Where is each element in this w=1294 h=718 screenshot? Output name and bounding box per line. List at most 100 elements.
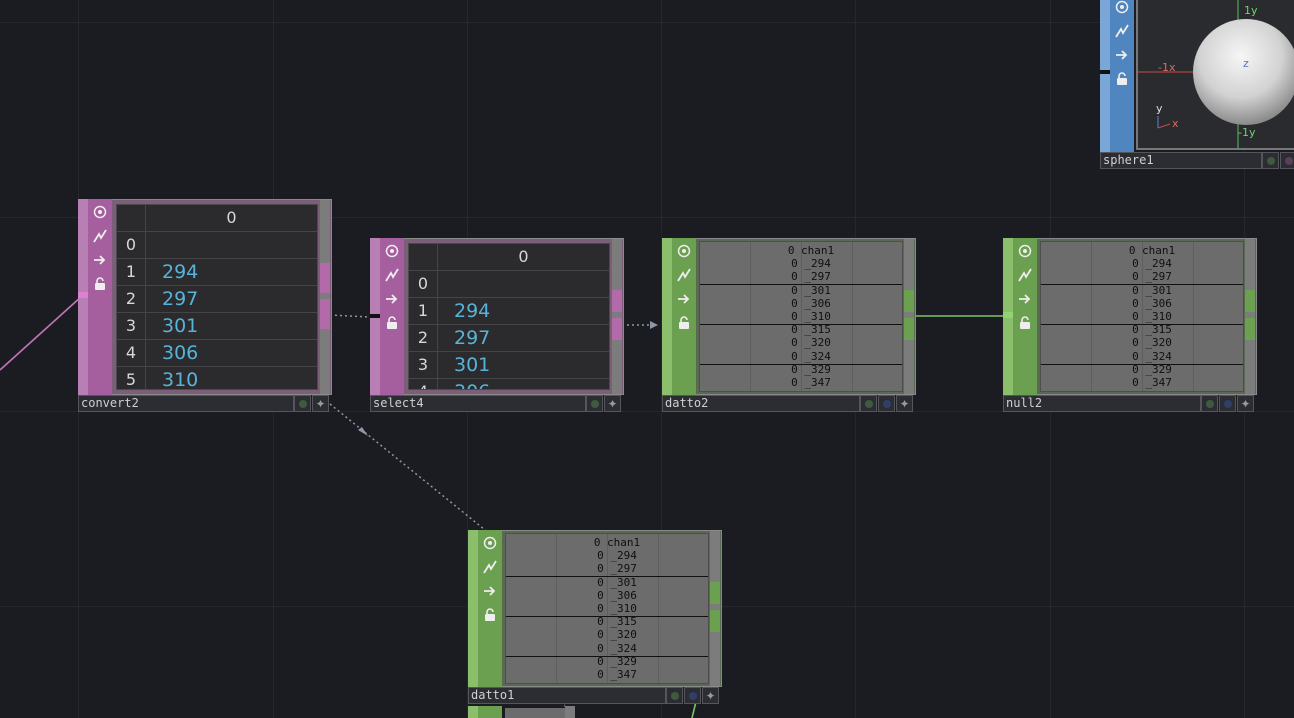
node-name-label[interactable]: datto1	[468, 687, 666, 704]
table-row: 4306	[117, 340, 317, 367]
export-arrow-icon[interactable]	[88, 248, 112, 272]
output-connector[interactable]	[1245, 318, 1255, 340]
viewer-flag-icon[interactable]	[860, 395, 877, 412]
channel-row: 0 chan1	[787, 244, 835, 257]
wire-convert2-to-select4[interactable]	[329, 314, 371, 318]
pin-icon[interactable]: ✦	[312, 395, 329, 412]
channel-row: 0 _294	[597, 549, 637, 563]
output-connector[interactable]	[612, 290, 622, 312]
wire-convert2-to-datto1[interactable]	[329, 403, 491, 535]
node-datto2[interactable]: 0 chan1 0 _294 0 _297 0 _301 0 _306 0 _3…	[662, 238, 916, 414]
channel-row: 0 _310	[597, 602, 637, 616]
viewer-toggle-icon[interactable]	[88, 200, 112, 224]
viewer-toggle-icon[interactable]	[1013, 239, 1037, 263]
viewer-toggle-icon[interactable]	[1110, 0, 1134, 19]
channel-viewer[interactable]: 0 chan1 0 _294 0 _297 0 _301 0 _306 0 _3…	[505, 533, 709, 684]
lock-icon[interactable]	[380, 311, 404, 335]
input-connector[interactable]	[1100, 70, 1110, 74]
node-sphere1[interactable]: 1y -1x z -1y y x sphere1	[1100, 0, 1294, 170]
display-flag-icon[interactable]	[684, 687, 701, 704]
input-connector[interactable]	[1003, 312, 1013, 318]
lock-icon[interactable]	[1110, 67, 1134, 91]
pin-icon[interactable]: ✦	[1237, 395, 1254, 412]
channel-row: 0 _329	[597, 654, 637, 668]
channel-viewer[interactable]: 0 chan1 0 _294 0 _297 0 _301 0 _306 0 _3…	[1040, 241, 1244, 392]
export-arrow-icon[interactable]	[478, 579, 502, 603]
wire-arrow	[650, 321, 658, 329]
viewer-flag-icon[interactable]	[1262, 152, 1279, 169]
node-name-label[interactable]: datto2	[662, 395, 860, 412]
lock-icon[interactable]	[88, 272, 112, 296]
input-connector[interactable]	[78, 292, 88, 298]
bypass-icon[interactable]	[672, 263, 696, 287]
node-partial-offscreen[interactable]	[468, 706, 578, 718]
node-convert2[interactable]: 0 0 1 294 2 297 3 301 4 306 5 310 convert2 ✦	[78, 199, 332, 413]
node-name-label[interactable]: convert2	[78, 395, 294, 412]
node-name-label[interactable]: sphere1	[1100, 152, 1262, 169]
viewer-scrollbar[interactable]	[710, 531, 720, 686]
node-select4[interactable]: 0 0 1294 2297 3301 4306 select4 ✦	[370, 238, 624, 414]
channel-row: 0 _294	[1132, 257, 1172, 271]
wire-input-to-convert2[interactable]	[0, 295, 83, 371]
table-viewer[interactable]: 0 0 1294 2297 3301 4306	[408, 243, 610, 390]
export-arrow-icon[interactable]	[1110, 43, 1134, 67]
export-arrow-icon[interactable]	[380, 287, 404, 311]
node-datto1[interactable]: 0 chan1 0 _294 0 _297 0 _301 0 _306 0 _3…	[468, 530, 722, 706]
display-flag-icon[interactable]	[1280, 152, 1294, 169]
channel-row: 0 _329	[1132, 362, 1172, 376]
node-null2[interactable]: 0 chan1 0 _294 0 _297 0 _301 0 _306 0 _3…	[1003, 238, 1257, 414]
output-connector[interactable]	[612, 318, 622, 340]
viewer-flag-icon[interactable]	[666, 687, 683, 704]
lock-icon[interactable]	[672, 311, 696, 335]
viewer-flag-icon[interactable]	[586, 395, 603, 412]
table-row: 2 297	[117, 286, 317, 313]
bypass-icon[interactable]	[1110, 19, 1134, 43]
display-flag-icon[interactable]	[878, 395, 895, 412]
bypass-icon[interactable]	[478, 555, 502, 579]
export-arrow-icon[interactable]	[1013, 287, 1037, 311]
viewer-scrollbar[interactable]	[612, 239, 622, 394]
bypass-icon[interactable]	[1013, 263, 1037, 287]
table-viewer[interactable]: 0 0 1 294 2 297 3 301 4 306 5 310	[116, 204, 318, 390]
geometry-viewer[interactable]: 1y -1x z -1y y x	[1136, 0, 1294, 150]
node-name-label[interactable]: select4	[370, 395, 586, 412]
output-connector[interactable]	[320, 263, 330, 293]
wire-arrow	[358, 427, 368, 436]
display-flag-icon[interactable]	[1219, 395, 1236, 412]
lock-icon[interactable]	[478, 603, 502, 627]
pin-icon[interactable]: ✦	[896, 395, 913, 412]
viewer-scrollbar[interactable]	[904, 239, 914, 394]
viewer-flag-icon[interactable]	[294, 395, 311, 412]
input-connector[interactable]	[370, 314, 380, 318]
viewer-scrollbar[interactable]	[1245, 239, 1255, 394]
viewer-toggle-icon[interactable]	[380, 239, 404, 263]
output-connector[interactable]	[710, 610, 720, 632]
node-name-label[interactable]: null2	[1003, 395, 1201, 412]
output-connector[interactable]	[1245, 290, 1255, 312]
output-connector[interactable]	[320, 299, 330, 329]
axis-label: -1y	[1238, 126, 1256, 139]
bypass-icon[interactable]	[380, 263, 404, 287]
channel-viewer[interactable]: 0 chan1 0 _294 0 _297 0 _301 0 _306 0 _3…	[699, 241, 903, 392]
channel-row: 0 _320	[597, 628, 637, 642]
channel-row: 0 _347	[597, 668, 637, 682]
bypass-icon[interactable]	[88, 224, 112, 248]
viewer-toggle-icon[interactable]	[672, 239, 696, 263]
output-connector[interactable]	[710, 582, 720, 604]
viewer-toggle-icon[interactable]	[478, 531, 502, 555]
pin-icon[interactable]: ✦	[604, 395, 621, 412]
channel-row: 0 _324	[597, 641, 637, 655]
lock-icon[interactable]	[1013, 311, 1037, 335]
channel-row: 0 _315	[1132, 323, 1172, 337]
viewer-scrollbar[interactable]	[320, 200, 330, 394]
pin-icon[interactable]: ✦	[702, 687, 719, 704]
table-row: 0	[409, 271, 609, 298]
channel-row: 0 _324	[791, 349, 831, 363]
output-connector[interactable]	[904, 290, 914, 312]
export-arrow-icon[interactable]	[672, 287, 696, 311]
sphere-geometry	[1193, 19, 1294, 125]
viewer-flag-icon[interactable]	[1201, 395, 1218, 412]
output-connector[interactable]	[904, 318, 914, 340]
channel-row: 0 _297	[1132, 270, 1172, 284]
table-row: 1 294	[117, 259, 317, 286]
